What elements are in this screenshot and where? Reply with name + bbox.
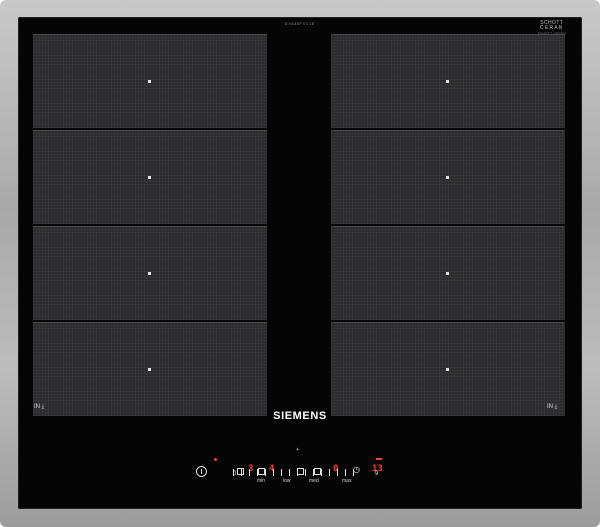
flex-zone-icon: ⫠ (296, 446, 300, 452)
slider-end-label: 9 (375, 471, 379, 477)
zone-center-marker (148, 80, 151, 83)
power-icon[interactable] (196, 466, 207, 477)
cooking-zone-left-2[interactable] (33, 130, 267, 224)
zone-center-marker (446, 368, 449, 371)
cooking-zone-left-3[interactable] (33, 226, 267, 320)
zone-center-marker (148, 176, 151, 179)
zone-center-marker (446, 80, 449, 83)
brand-logo: SIEMENS (273, 410, 327, 422)
zone-center-marker (446, 176, 449, 179)
zone-center-marker (148, 368, 151, 371)
slider-label-med: med (309, 478, 319, 484)
zone-center-marker (148, 272, 151, 275)
power-indicator (214, 458, 217, 461)
slider-label-max: max (342, 478, 352, 484)
zone-center-marker (446, 272, 449, 275)
cooking-zone-left-1[interactable] (33, 34, 267, 128)
slider-label-low: low (283, 478, 291, 484)
power-level-slider[interactable] (228, 469, 360, 476)
cooking-zone-right-1[interactable] (331, 34, 565, 128)
slider-label-min: min (257, 478, 266, 484)
cooking-zone-left-4[interactable] (33, 322, 267, 416)
timer-indicator (376, 458, 382, 460)
cooking-zone-right-4[interactable] (331, 322, 565, 416)
cooking-zone-right-3[interactable] (331, 226, 565, 320)
cooking-zone-right-2[interactable] (331, 130, 565, 224)
model-code: EX645FXC1E (285, 21, 315, 26)
